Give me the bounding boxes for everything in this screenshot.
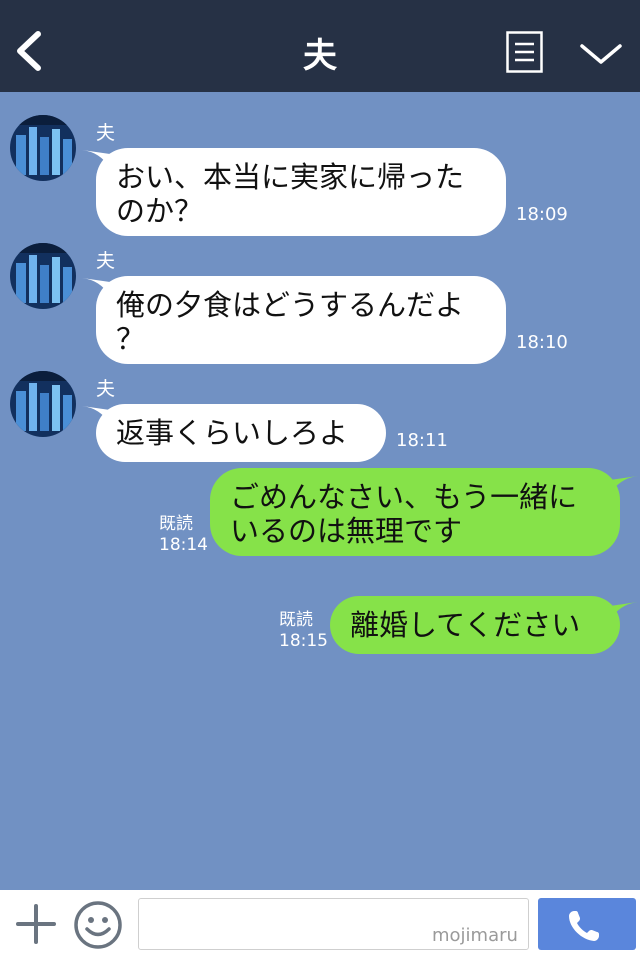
avatar[interactable] bbox=[10, 371, 76, 437]
bubble-tail bbox=[610, 602, 638, 620]
notes-icon bbox=[506, 31, 543, 73]
watermark-text: mojimaru bbox=[432, 925, 518, 946]
sender-name: 夫 bbox=[96, 250, 116, 272]
message-line: のか？ bbox=[116, 194, 204, 228]
bubble-tail bbox=[610, 476, 638, 494]
phone-icon bbox=[569, 911, 599, 941]
message-line: 俺の夕食はどうするんだよ bbox=[116, 288, 465, 322]
avatar-image bbox=[10, 243, 76, 309]
menu-dropdown-button[interactable] bbox=[578, 38, 624, 68]
chat-header: 夫 bbox=[0, 0, 640, 92]
message-bubble-incoming[interactable]: 俺の夕食はどうするんだよ ？ bbox=[96, 276, 506, 364]
chat-area[interactable]: 夫 おい、本当に実家に帰った のか？ 18:09 夫 俺の夕食はどうするんだよ … bbox=[0, 92, 640, 890]
read-status: 既読 bbox=[279, 610, 313, 630]
avatar[interactable] bbox=[10, 243, 76, 309]
message-time: 18:09 bbox=[516, 204, 568, 225]
message-time: 18:10 bbox=[516, 332, 568, 353]
notes-button[interactable] bbox=[506, 31, 543, 73]
plus-icon bbox=[16, 904, 56, 944]
read-status: 既読 bbox=[159, 514, 193, 534]
message-line: 離婚してください bbox=[350, 608, 581, 642]
message-line: ごめんなさい、もう一緒に bbox=[230, 480, 578, 514]
message-bubble-incoming[interactable]: おい、本当に実家に帰った のか？ bbox=[96, 148, 506, 236]
read-receipt: 既読 18:15 bbox=[279, 610, 328, 652]
message-time: 18:11 bbox=[396, 430, 448, 451]
emoji-button[interactable] bbox=[73, 900, 123, 950]
message-bubble-incoming[interactable]: 返事くらいしろよ bbox=[96, 404, 386, 462]
message-time: 18:15 bbox=[279, 631, 328, 651]
message-bubble-outgoing[interactable]: 離婚してください bbox=[330, 596, 620, 654]
message-line: おい、本当に実家に帰った bbox=[116, 160, 465, 194]
sender-name: 夫 bbox=[96, 122, 116, 144]
avatar[interactable] bbox=[10, 115, 76, 181]
message-time: 18:14 bbox=[159, 535, 208, 555]
add-attachment-button[interactable] bbox=[14, 902, 58, 946]
message-line: ？ bbox=[116, 322, 146, 356]
smiley-icon bbox=[74, 901, 122, 949]
message-bubble-outgoing[interactable]: ごめんなさい、もう一緒に いるのは無理です bbox=[210, 468, 620, 556]
message-line: いるのは無理です bbox=[230, 514, 463, 548]
call-button[interactable] bbox=[538, 898, 636, 950]
sender-name: 夫 bbox=[96, 378, 116, 400]
chevron-down-icon bbox=[580, 44, 622, 64]
avatar-image bbox=[10, 371, 76, 437]
chat-title: 夫 bbox=[303, 36, 337, 76]
read-receipt: 既読 18:14 bbox=[159, 514, 208, 556]
message-line: 返事くらいしろよ bbox=[116, 416, 349, 450]
avatar-image bbox=[10, 115, 76, 181]
